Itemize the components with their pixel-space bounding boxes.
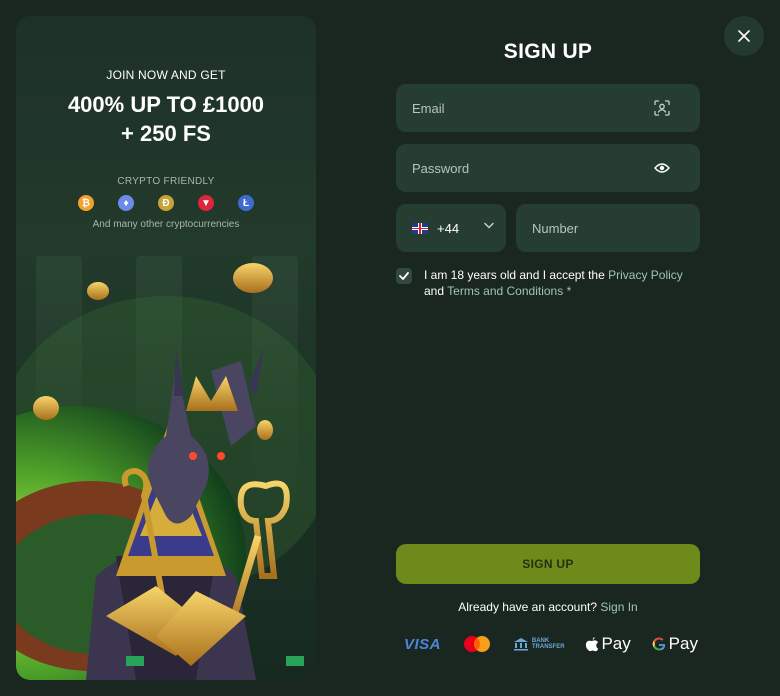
google-g-icon <box>652 637 665 651</box>
face-scan-icon[interactable] <box>654 100 670 116</box>
visa-logo: VISA <box>404 635 442 653</box>
signup-modal: JOIN NOW AND GET 400% UP TO £1000 + 250 … <box>0 0 780 696</box>
promo-panel: JOIN NOW AND GET 400% UP TO £1000 + 250 … <box>16 16 316 680</box>
google-pay-text: Pay <box>668 634 698 653</box>
consent-prefix: I am 18 years old and I accept the <box>424 268 605 282</box>
apple-icon <box>586 637 599 652</box>
phone-number-field[interactable] <box>516 204 700 252</box>
country-code-select[interactable]: +44 <box>396 204 506 252</box>
eye-icon[interactable] <box>654 160 670 176</box>
have-account-text: Already have an account? <box>458 600 598 614</box>
coin-decoration <box>257 420 273 440</box>
coin-decoration <box>87 282 109 300</box>
promo-headline: JOIN NOW AND GET <box>106 68 226 82</box>
sign-in-prompt: Already have an account? Sign In <box>396 600 700 614</box>
mastercard-icon <box>462 635 492 653</box>
required-mark: * <box>566 284 572 298</box>
crypto-icons-row: ₿ ♦ Ð ▼ Ł <box>16 195 316 211</box>
privacy-policy-link[interactable]: Privacy Policy <box>608 268 683 282</box>
sign-up-button[interactable]: SIGN UP <box>396 544 700 584</box>
payment-methods: VISA BANK TRANSFER Pay Pay <box>404 630 698 658</box>
consent-and: and <box>424 284 445 298</box>
bank-line-2: TRANSFER <box>531 644 565 650</box>
terms-link[interactable]: Terms and Conditions <box>447 284 563 298</box>
dogecoin-icon: Ð <box>158 195 174 211</box>
bank-icon <box>513 638 528 651</box>
crypto-friendly-label: CRYPTO FRIENDLY <box>117 176 215 187</box>
uk-flag-icon <box>412 222 428 234</box>
google-pay-logo: Pay <box>652 634 698 654</box>
apple-pay-text: Pay <box>601 634 631 653</box>
chevron-down-icon <box>484 222 494 229</box>
email-field[interactable] <box>396 84 700 132</box>
checkmark-icon <box>399 272 409 280</box>
close-icon <box>738 30 750 42</box>
coin-decoration <box>33 396 59 420</box>
litecoin-icon: Ł <box>238 195 254 211</box>
country-code-value: +44 <box>437 220 460 236</box>
close-button[interactable] <box>724 16 764 56</box>
coin-decoration <box>233 263 273 293</box>
consent-label: I am 18 years old and I accept the Priva… <box>424 267 702 299</box>
bonus-amount: 400% UP TO £1000 <box>67 92 265 117</box>
phone-number-input[interactable] <box>516 204 700 252</box>
password-field[interactable] <box>396 144 700 192</box>
consent-checkbox[interactable] <box>396 268 412 284</box>
sign-in-link[interactable]: Sign In <box>600 600 637 614</box>
crypto-more-text: And many other cryptocurrencies <box>92 219 240 230</box>
bank-transfer-logo: BANK TRANSFER <box>513 637 565 651</box>
bitcoin-icon: ₿ <box>78 195 94 211</box>
promo-text-block: JOIN NOW AND GET 400% UP TO £1000 + 250 … <box>16 16 316 230</box>
apple-pay-logo: Pay <box>585 634 631 654</box>
ethereum-icon: ♦ <box>118 195 134 211</box>
page-title: SIGN UP <box>503 40 593 63</box>
tron-icon: ▼ <box>198 195 214 211</box>
age-terms-consent: I am 18 years old and I accept the Priva… <box>396 267 702 299</box>
bonus-free-spins: + 250 FS <box>121 121 211 146</box>
